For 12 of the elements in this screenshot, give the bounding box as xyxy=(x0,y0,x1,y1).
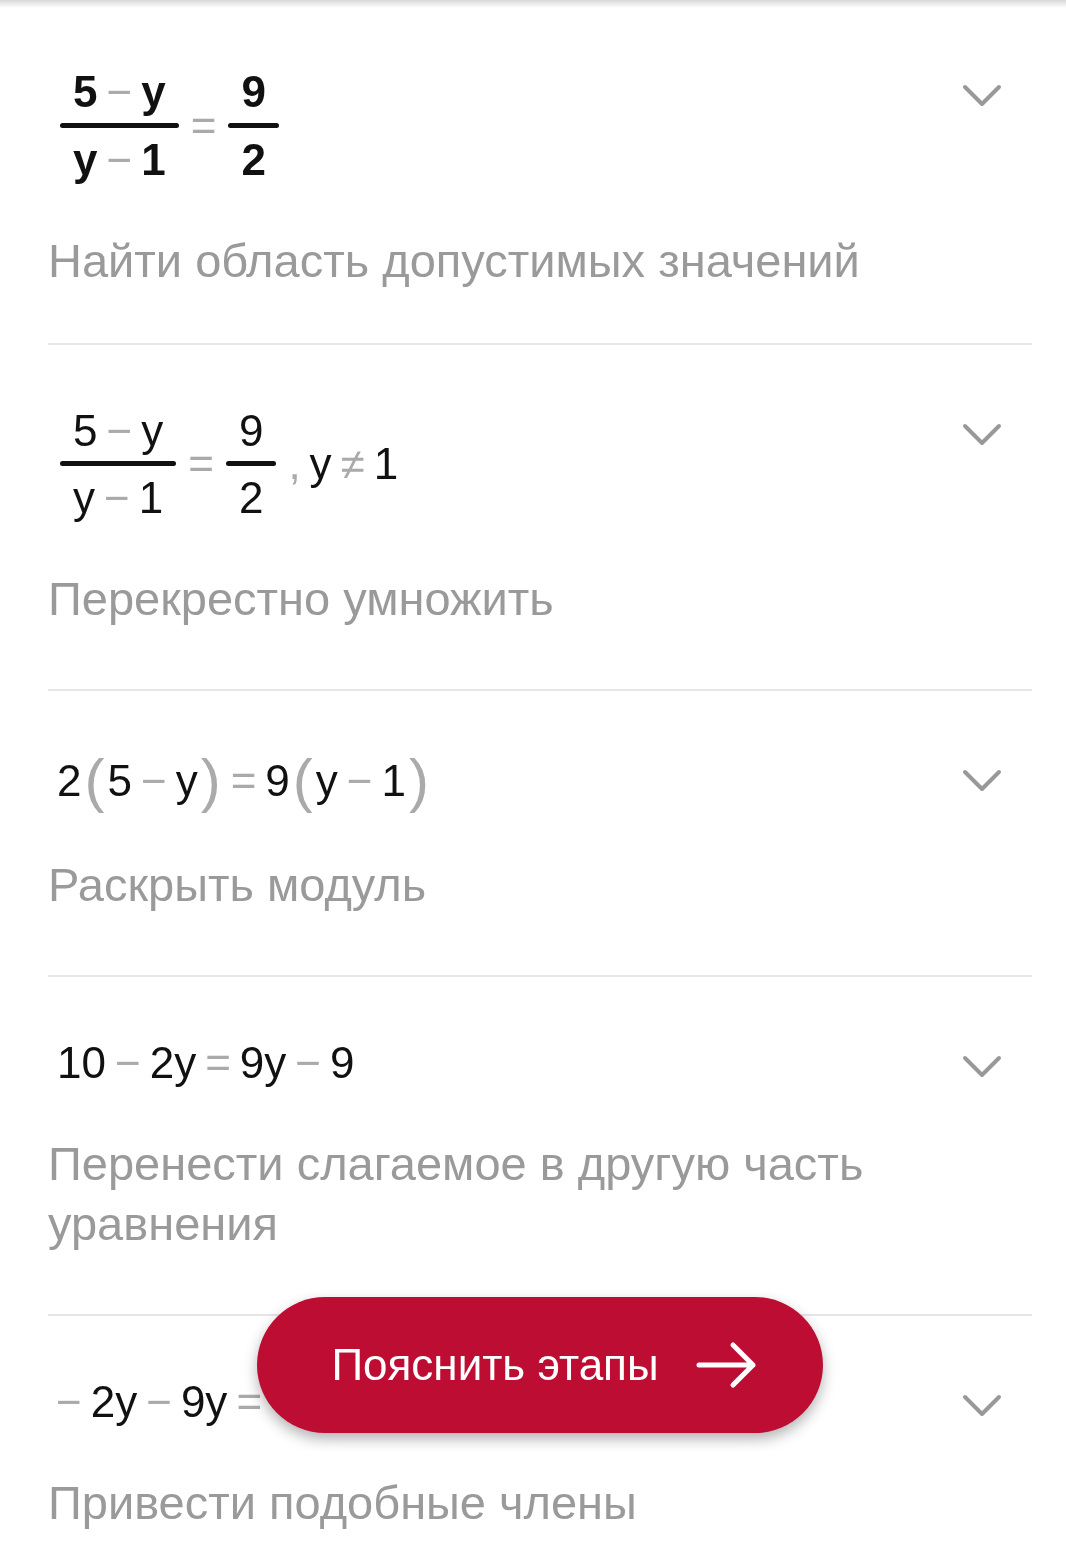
chevron-icon[interactable] xyxy=(962,422,1002,447)
equation: 2(5 − y) = 9(y − 1) xyxy=(56,751,430,812)
step-description: Привести подобные члены xyxy=(48,1474,638,1531)
chevron-icon[interactable] xyxy=(962,769,1002,794)
chevron-icon[interactable] xyxy=(962,84,1002,108)
chevron-icon[interactable] xyxy=(962,1055,1002,1080)
step-description: Найти область допустимых значений xyxy=(48,232,861,289)
step-description: Перенести слагаемое в другую часть уравнения xyxy=(48,1136,865,1252)
equation: 10 − 2y = 9y − 9 xyxy=(56,1037,356,1090)
step-description: Раскрыть модуль xyxy=(48,857,428,914)
chevron-icon[interactable] xyxy=(962,1394,1002,1418)
step-description: Перекрестно умножить xyxy=(48,571,555,628)
